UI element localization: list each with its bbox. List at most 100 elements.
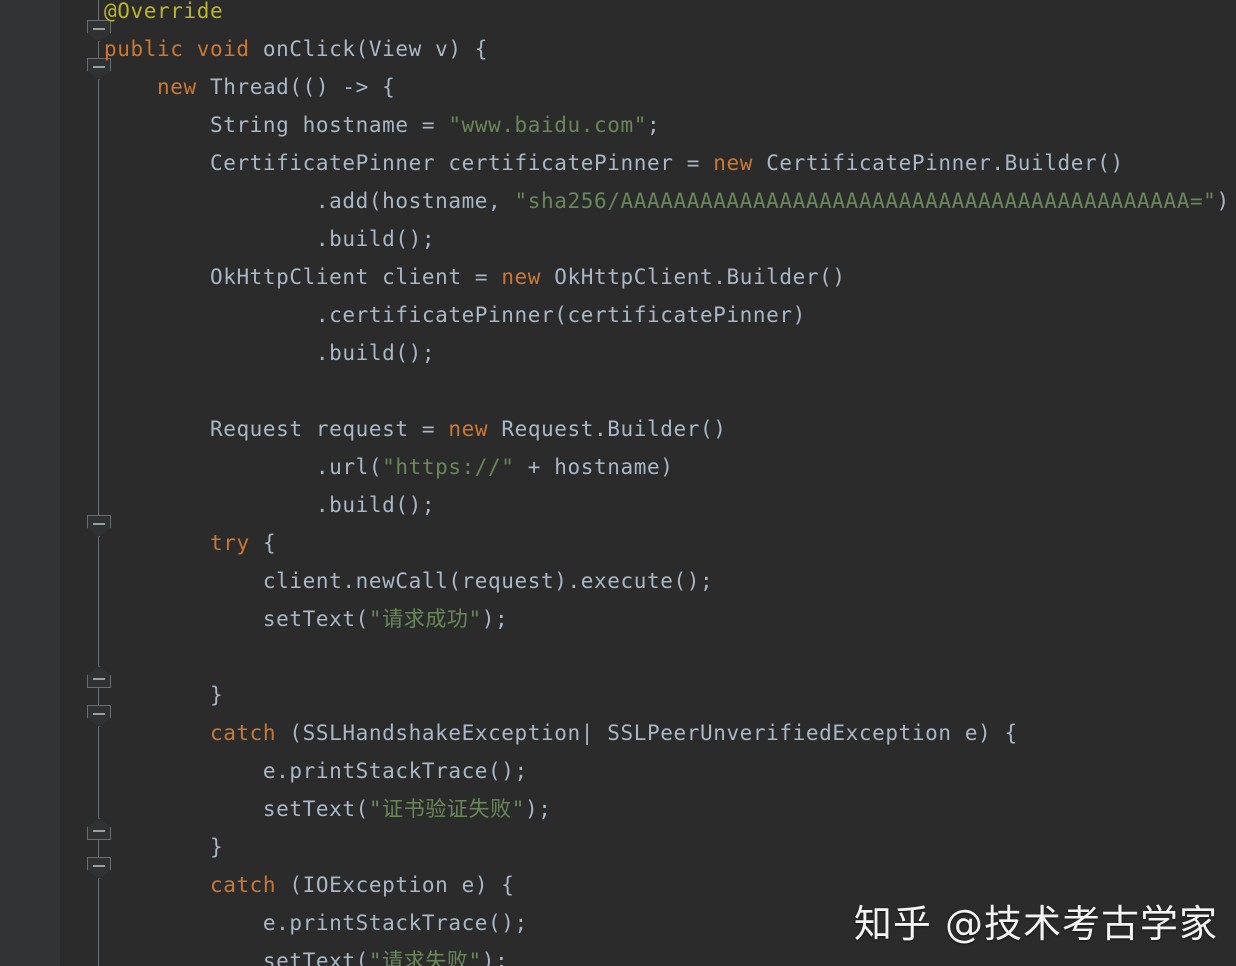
code-line[interactable]: new Thread(() -> { [104,68,1234,106]
code-token-pln: ; [647,113,661,137]
fold-line-segment [98,537,99,666]
code-token-pln: onClick(View v) { [262,37,489,61]
code-editor-screenshot: @Override public void onClick(View v) { n… [0,0,1236,966]
fold-line-segment [98,0,99,20]
code-line[interactable]: } [104,676,1234,714]
code-token-anno: @Override [104,0,224,23]
code-token-kw: catch [209,873,290,897]
code-token-pln: OkHttpClient.Builder() [554,265,846,289]
code-token-str: "www.baidu.com" [448,113,647,137]
fold-line-segment [98,727,99,818]
code-token-pln: } [209,835,224,859]
code-token-pln: (IOException e) { [289,873,515,897]
code-token-str: "请求失败" [368,949,482,966]
code-token-pln: Thread(() -> { [209,75,396,99]
code-line[interactable]: .url("https://" + hostname) [104,448,1234,486]
code-token-pln: .certificatePinner(certificatePinner) [315,303,806,327]
editor-gutter[interactable] [0,0,60,966]
code-line[interactable] [104,638,1234,676]
code-line[interactable]: String hostname = "www.baidu.com"; [104,106,1234,144]
code-line[interactable]: .build(); [104,486,1234,524]
code-line[interactable]: client.newCall(request).execute(); [104,562,1234,600]
code-line[interactable]: @Override [104,0,1234,30]
code-line[interactable]: .build(); [104,334,1234,372]
code-line[interactable]: .build(); [104,220,1234,258]
code-line[interactable]: CertificatePinner certificatePinner = ne… [104,144,1234,182]
code-line[interactable]: setText("请求成功"); [104,600,1234,638]
code-token-kw: public void [104,37,263,61]
code-token-pln: ); [524,797,552,821]
code-token-pln: .build(); [315,227,436,251]
code-token-pln: CertificatePinner.Builder() [766,151,1124,175]
code-line[interactable]: OkHttpClient client = new OkHttpClient.B… [104,258,1234,296]
code-line[interactable]: setText("证书验证失败"); [104,790,1234,828]
code-token-pln: client.newCall(request).execute(); [262,569,714,593]
code-token-pln: } [209,683,224,707]
code-token-str: "证书验证失败" [368,797,525,821]
code-token-str: "https://" [382,455,515,479]
fold-line-segment [98,80,99,515]
code-token-pln: ); [481,949,509,966]
zhihu-watermark: 知乎 @技术考古学家 [853,902,1218,946]
fold-line-segment [98,879,99,966]
code-token-pln: (SSLHandshakeException| SSLPeerUnverifie… [289,721,1018,745]
code-token-pln: String hostname = [209,113,449,137]
code-token-str: "sha256/AAAAAAAAAAAAAAAAAAAAAAAAAAAAAAAA… [514,189,1217,213]
code-token-pln: .url( [315,455,383,479]
code-line[interactable]: .certificatePinner(certificatePinner) [104,296,1234,334]
code-line[interactable]: } [104,828,1234,866]
code-token-str: "请求成功" [368,607,482,631]
code-folding-rail[interactable] [60,0,84,966]
code-token-pln: Request request = [209,417,449,441]
code-token-pln: setText( [262,607,369,631]
code-token-pln: ) [1216,189,1230,213]
code-token-pln: + hostname) [514,455,674,479]
code-token-pln: setText( [262,949,369,966]
code-line[interactable] [104,372,1234,410]
fold-line-segment [98,42,99,58]
code-token-kw: catch [209,721,290,745]
code-token-kw: try [209,531,263,555]
code-line[interactable]: public void onClick(View v) { [104,30,1234,68]
code-token-pln: Request.Builder() [501,417,727,441]
code-token-kw: new [156,75,210,99]
code-line[interactable]: Request request = new Request.Builder() [104,410,1234,448]
code-token-pln: setText( [262,797,369,821]
code-line[interactable]: catch (SSLHandshakeException| SSLPeerUnv… [104,714,1234,752]
code-line[interactable]: try { [104,524,1234,562]
code-token-pln: e.printStackTrace(); [262,759,528,783]
code-token-kw: new [448,417,502,441]
code-token-kw: new [713,151,767,175]
code-line[interactable]: .add(hostname, "sha256/AAAAAAAAAAAAAAAAA… [104,182,1234,220]
code-token-pln: .build(); [315,493,436,517]
code-text-area[interactable]: @Override public void onClick(View v) { n… [104,0,1234,966]
code-token-pln: ); [481,607,509,631]
code-token-kw: new [501,265,555,289]
code-token-pln: CertificatePinner certificatePinner = [209,151,714,175]
code-token-pln: OkHttpClient client = [209,265,502,289]
code-token-pln: .build(); [315,341,436,365]
code-line[interactable]: e.printStackTrace(); [104,752,1234,790]
fold-line-segment [98,840,99,857]
